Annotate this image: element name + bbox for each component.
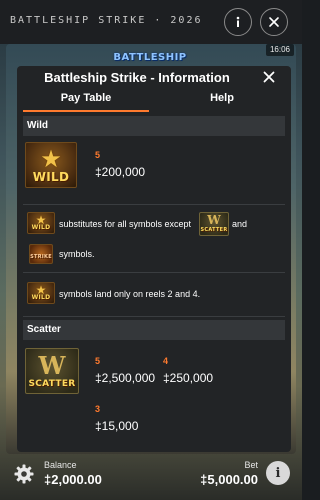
information-panel: Battleship Strike - Information Pay Tabl… — [17, 66, 291, 452]
settings-button[interactable] — [12, 462, 36, 486]
game-logo: BATTLESHIP — [113, 52, 187, 63]
bet-label: Bet — [244, 460, 258, 470]
balance-value: ‡2,000.00 — [44, 472, 102, 487]
wild-reels-text: symbols land only on reels 2 and 4. — [59, 289, 201, 299]
scatter-payout: ‡15,000 — [95, 419, 139, 433]
info-circle-icon[interactable]: i — [266, 461, 290, 485]
panel-header: Battleship Strike - Information — [17, 66, 291, 88]
wild-symbols-text: symbols. — [59, 249, 95, 259]
divider — [23, 272, 285, 273]
info-button[interactable] — [224, 8, 252, 36]
section-header-scatter: Scatter — [23, 320, 285, 340]
pay-table-content: Wild ★ WILD 5 ‡200,000 ★ WILD substitute… — [17, 112, 291, 452]
wild-substitute-text: substitutes for all symbols except — [59, 219, 192, 229]
scatter-symbol: W SCATTER — [25, 348, 79, 394]
close-game-button[interactable] — [260, 8, 288, 36]
gear-icon — [14, 464, 34, 484]
scatter-icon: W — [38, 351, 66, 380]
panel-close-button[interactable] — [261, 69, 277, 85]
wild-symbol-small: ★ WILD — [27, 212, 55, 234]
close-icon — [269, 17, 279, 27]
divider — [23, 204, 285, 205]
scatter-count: 3 — [95, 404, 101, 414]
scatter-icon: W — [207, 213, 221, 227]
star-icon: ★ — [35, 283, 47, 297]
app-title: BATTLESHIP STRIKE · 2026 — [10, 15, 203, 26]
top-bar: BATTLESHIP STRIKE · 2026 — [0, 0, 302, 44]
star-icon: ★ — [35, 213, 47, 227]
balance-label: Balance — [44, 460, 77, 470]
panel-title: Battleship Strike - Information — [44, 70, 230, 85]
tab-bar: Pay Table Help — [17, 88, 291, 112]
scatter-count: 4 — [163, 356, 169, 366]
scatter-payout: ‡250,000 — [163, 371, 214, 385]
star-icon: ★ — [40, 146, 62, 173]
strike-symbol-small: STRIKE — [29, 244, 53, 264]
scatter-count: 5 — [95, 356, 101, 366]
scatter-payout: ‡2,500,000 — [95, 371, 156, 385]
tab-pay-table[interactable]: Pay Table — [23, 88, 149, 112]
tab-help[interactable]: Help — [159, 88, 285, 110]
close-icon — [263, 71, 275, 83]
divider — [23, 316, 285, 317]
section-header-wild: Wild — [23, 116, 285, 136]
wild-substitute-and: and — [232, 219, 248, 229]
wild-count: 5 — [95, 150, 101, 160]
wild-symbol: ★ WILD — [25, 142, 77, 188]
bottom-bar: Balance ‡2,000.00 Bet ‡5,000.00 i — [0, 452, 302, 500]
bet-value[interactable]: ‡5,000.00 — [186, 472, 258, 487]
clock: 16:06 — [266, 44, 294, 56]
info-icon — [236, 16, 240, 27]
scatter-symbol-small: W SCATTER — [199, 212, 229, 236]
wild-symbol-small: ★ WILD — [27, 282, 55, 304]
wild-payout: ‡200,000 — [95, 165, 146, 179]
